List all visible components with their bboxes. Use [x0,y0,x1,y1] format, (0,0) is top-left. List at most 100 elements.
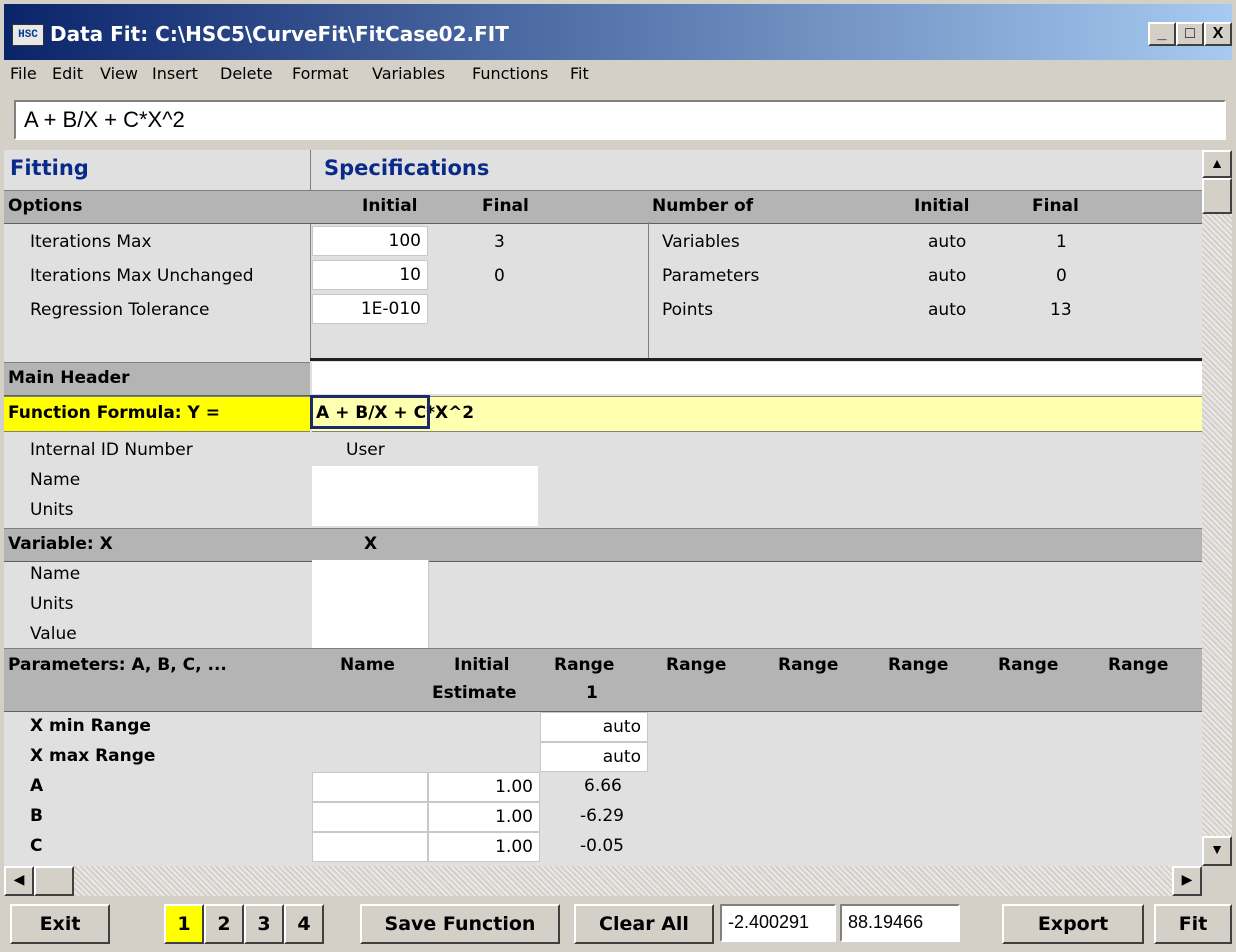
param-a-initial[interactable]: 1.00 [428,772,540,802]
fitting-title: Fitting [10,156,89,180]
number-initial: auto [928,300,967,320]
scroll-corner [1202,866,1232,896]
x-max-range-label: X max Range [30,746,156,766]
scroll-down-icon[interactable]: ▼ [1202,836,1232,866]
hscroll-thumb[interactable] [34,866,74,896]
number-label: Variables [662,232,740,252]
x-max-range-value[interactable]: auto [540,742,648,772]
page-4-button[interactable]: 4 [284,904,324,944]
clear-all-button[interactable]: Clear All [574,904,714,944]
menu-view[interactable]: View [100,64,138,83]
param-col-estimate: Estimate [432,683,517,703]
variable-value: X [364,534,378,554]
param-col-range-1-number: 1 [586,683,598,703]
function-formula-header: Function Formula: Y = [4,396,310,432]
internal-id-label: Internal ID Number [30,440,193,460]
window-title: Data Fit: C:\HSC5\CurveFit\FitCase02.FIT [50,22,509,46]
number-initial: auto [928,266,967,286]
variable-name-label: Name [30,564,81,584]
scroll-up-icon[interactable]: ▲ [1202,150,1232,178]
param-c-range1: -0.05 [580,836,624,856]
variable-units-label: Units [30,594,74,614]
x-min-range-label: X min Range [30,716,151,736]
iterations-max-unchanged-initial[interactable]: 10 [312,260,428,290]
value-field-1: -2.400291 [720,904,836,942]
title-bar[interactable]: HSC Data Fit: C:\HSC5\CurveFit\FitCase02… [4,4,1232,60]
page-selector: 1 2 3 4 [154,904,324,944]
param-c-name[interactable] [312,832,428,862]
number-final: 0 [1056,266,1067,286]
scroll-thumb[interactable] [1202,178,1232,214]
param-b-initial[interactable]: 1.00 [428,802,540,832]
number-of-label: Number of [652,196,754,216]
param-b-name[interactable] [312,802,428,832]
x-min-range-value[interactable]: auto [540,712,648,742]
close-button[interactable]: X [1204,22,1232,46]
horizontal-scrollbar[interactable]: ◀ ▶ [4,866,1202,896]
minimize-button[interactable]: _ [1148,22,1176,46]
maximize-button[interactable]: □ [1176,22,1204,46]
menu-insert[interactable]: Insert [152,64,198,83]
options-header-row: Options Initial Final Number of Initial … [4,190,1202,224]
number-divider [648,222,649,360]
menu-fit[interactable]: Fit [570,64,589,83]
param-b-label: B [30,806,43,826]
page-2-button[interactable]: 2 [204,904,244,944]
menu-functions[interactable]: Functions [472,64,548,83]
app-icon[interactable]: HSC [12,24,44,46]
param-a-name[interactable] [312,772,428,802]
param-col-range: Range [666,655,727,675]
options-label: Options [8,196,83,216]
export-button[interactable]: Export [1002,904,1144,944]
function-name-units-input[interactable] [312,466,538,526]
param-a-label: A [30,776,44,796]
menu-delete[interactable]: Delete [220,64,273,83]
page-3-button[interactable]: 3 [244,904,284,944]
menu-edit[interactable]: Edit [52,64,83,83]
exit-button[interactable]: Exit [10,904,110,944]
parameters-label: Parameters: A, B, C, ... [8,655,227,675]
parameters-header-row: Parameters: A, B, C, ... Name Initial Es… [4,648,1202,712]
main-header-row: Main Header [4,362,310,396]
number-final: 1 [1056,232,1067,252]
function-formula-row: A + B/X + C*X^2 [312,396,1202,432]
param-col-range: Range [998,655,1059,675]
option-label: Iterations Max [30,232,152,252]
data-fit-window: HSC Data Fit: C:\HSC5\CurveFit\FitCase02… [0,0,1236,952]
iterations-max-unchanged-final: 0 [494,266,505,286]
function-formula-label: Function Formula: Y = [8,403,220,423]
iterations-max-initial[interactable]: 100 [312,226,428,256]
iterations-max-final: 3 [494,232,505,252]
num-col-initial-label: Initial [914,196,970,216]
param-c-initial[interactable]: 1.00 [428,832,540,862]
param-col-name: Name [340,655,395,675]
column-divider [310,150,311,360]
scroll-left-icon[interactable]: ◀ [4,866,34,896]
vertical-scrollbar[interactable]: ▲ ▼ [1202,150,1232,866]
scroll-right-icon[interactable]: ▶ [1172,866,1202,896]
cell-selection[interactable] [310,395,430,429]
menu-file[interactable]: File [10,64,37,83]
param-col-range: Range [888,655,949,675]
fit-button[interactable]: Fit [1154,904,1232,944]
section-divider [310,358,1202,361]
col-final-label: Final [482,196,529,216]
menu-format[interactable]: Format [292,64,348,83]
number-final: 13 [1050,300,1072,320]
page-1-button[interactable]: 1 [164,904,204,944]
variable-inputs[interactable] [312,560,429,648]
main-header-input[interactable] [312,362,1202,394]
menu-bar: File Edit View Insert Delete Format Vari… [4,60,1232,90]
number-label: Points [662,300,714,320]
number-initial: auto [928,232,967,252]
param-col-initial: Initial [454,655,510,675]
regression-tolerance-initial[interactable]: 1E-010 [312,294,428,324]
param-b-range1: -6.29 [580,806,624,826]
number-label: Parameters [662,266,760,286]
menu-variables[interactable]: Variables [372,64,445,83]
param-col-range: Range [778,655,839,675]
formula-input[interactable]: A + B/X + C*X^2 [14,100,1226,140]
save-function-button[interactable]: Save Function [360,904,560,944]
main-header-label: Main Header [8,368,130,388]
spreadsheet-grid: Fitting Specifications Options Initial F… [4,150,1202,866]
